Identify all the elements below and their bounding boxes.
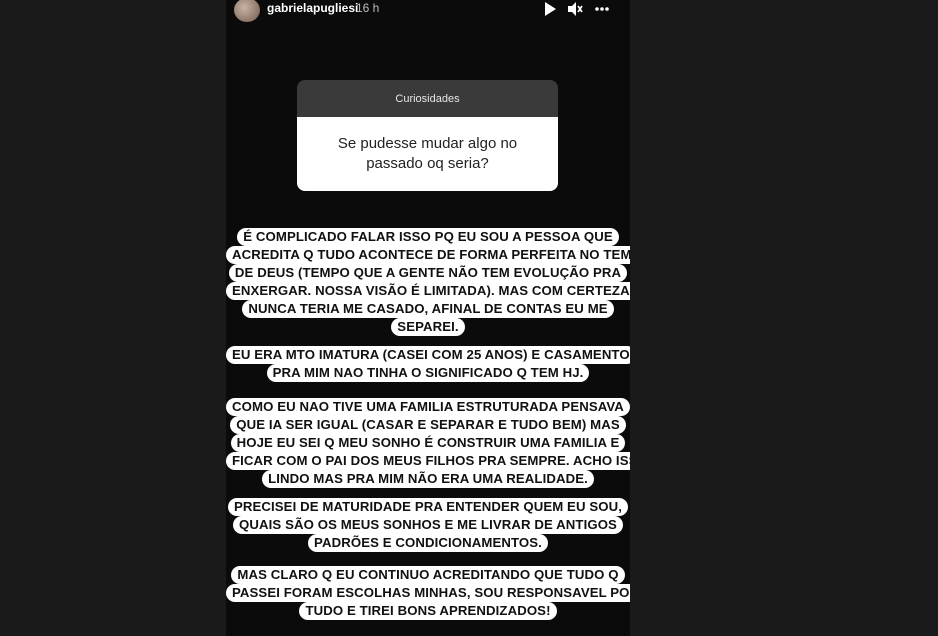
question-title: Curiosidades — [297, 80, 558, 117]
answer-line: HOJE EU SEI Q MEU SONHO É CONSTRUIR UMA … — [230, 434, 626, 452]
answer-line: NUNCA TERIA ME CASADO, AFINAL DE CONTAS … — [242, 300, 614, 318]
answer-block: EU ERA MTO IMATURA (CASEI COM 25 ANOS) E… — [226, 346, 630, 382]
more-icon[interactable] — [594, 2, 610, 16]
question-line: passado oq seria? — [366, 155, 489, 172]
story-header: gabrielapugliesi 16 h — [226, 0, 630, 22]
question-sticker[interactable]: Curiosidades Se pudesse mudar algo no pa… — [297, 80, 558, 191]
answer-line: EU ERA MTO IMATURA (CASEI COM 25 ANOS) E… — [226, 346, 630, 364]
answer-block: PRECISEI DE MATURIDADE PRA ENTENDER QUEM… — [226, 498, 630, 552]
answer-line: É COMPLICADO FALAR ISSO PQ EU SOU A PESS… — [237, 228, 619, 246]
answer-line: SEPAREI. — [391, 318, 465, 336]
answer-line: MAS CLARO Q EU CONTINUO ACREDITANDO QUE … — [231, 566, 625, 584]
answer-block: É COMPLICADO FALAR ISSO PQ EU SOU A PESS… — [226, 228, 630, 336]
answer-line: PASSEI FORAM ESCOLHAS MINHAS, SOU RESPON… — [226, 584, 630, 602]
answer-block: MAS CLARO Q EU CONTINUO ACREDITANDO QUE … — [226, 566, 630, 620]
timestamp: 16 h — [356, 1, 380, 15]
username[interactable]: gabrielapugliesi — [267, 1, 358, 15]
answer-line: ACREDITA Q TUDO ACONTECE DE FORMA PERFEI… — [226, 246, 630, 264]
answer-line: FICAR COM O PAI DOS MEUS FILHOS PRA SEMP… — [226, 452, 630, 470]
question-line: Se pudesse mudar algo no — [337, 135, 518, 152]
answer-line: PRECISEI DE MATURIDADE PRA ENTENDER QUEM… — [227, 498, 628, 516]
answer-line: TUDO E TIREI BONS APRENDIZADOS! — [299, 602, 557, 620]
answer-line: QUE IA SER IGUAL (CASAR E SEPARAR E TUDO… — [230, 416, 626, 434]
answer-line: PRA MIM NAO TINHA O SIGNIFICADO Q TEM HJ… — [266, 364, 590, 382]
answer-block: COMO EU NAO TIVE UMA FAMILIA ESTRUTURADA… — [226, 398, 630, 488]
play-icon[interactable] — [542, 2, 558, 16]
avatar[interactable] — [234, 0, 260, 22]
mute-icon[interactable] — [567, 2, 583, 16]
story-viewer: gabrielapugliesi 16 h Curiosidades Se pu… — [226, 0, 630, 636]
answer-line: QUAIS SÃO OS MEUS SONHOS E ME LIVRAR DE … — [233, 516, 623, 534]
answer-line: DE DEUS (TEMPO QUE A GENTE NÃO TEM EVOLU… — [228, 264, 628, 282]
answer-line: PADRÕES E CONDICIONAMENTOS. — [308, 534, 548, 552]
answer-line: COMO EU NAO TIVE UMA FAMILIA ESTRUTURADA… — [226, 398, 630, 416]
answer-line: ENXERGAR. NOSSA VISÃO É LIMITADA). MAS C… — [226, 282, 630, 300]
question-text: Se pudesse mudar algo no passado oq seri… — [297, 117, 558, 191]
answer-line: LINDO MAS PRA MIM NÃO ERA UMA REALIDADE. — [262, 470, 594, 488]
